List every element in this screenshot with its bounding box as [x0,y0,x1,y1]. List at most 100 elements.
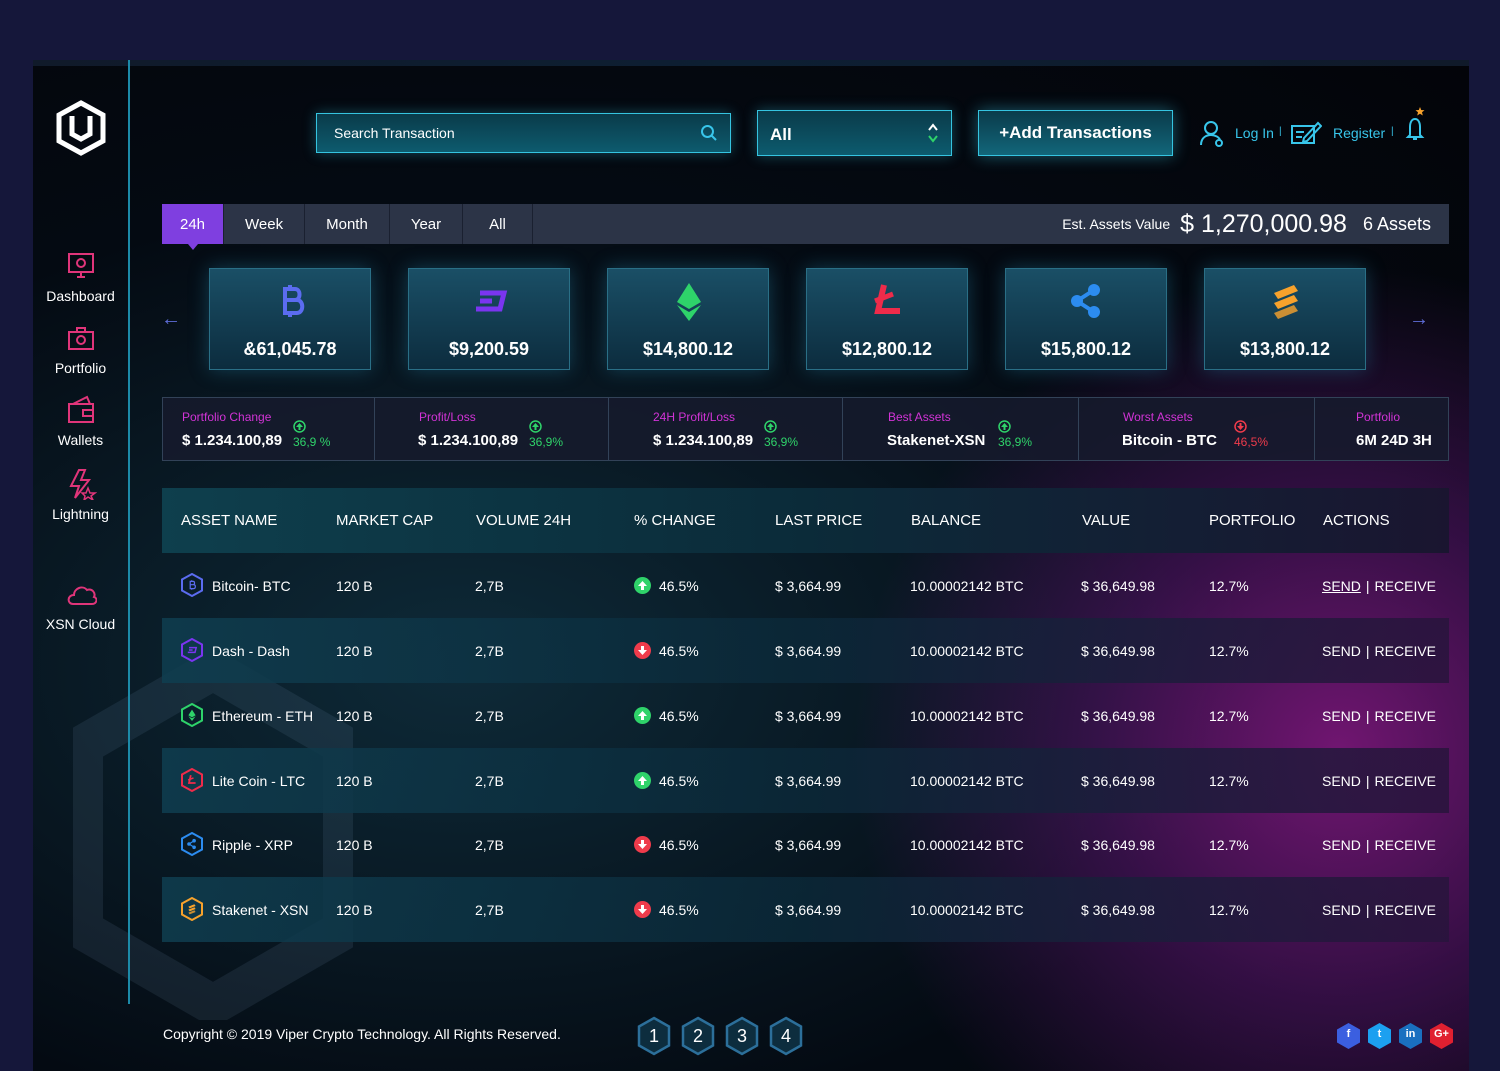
coin-card-value: $15,800.12 [1040,339,1132,359]
volume-24h: 2,7B [475,772,504,789]
send-link[interactable]: SEND [1322,578,1361,594]
coin-card-litecoin[interactable]: $12,800.12 [806,268,968,370]
stat-worst-assets: Worst Assets Bitcoin - BTC 46,5% [1079,398,1315,460]
portfolio-share: 12.7% [1209,901,1249,918]
table-row[interactable]: Ethereum - ETH 120 B 2,7B 46.5% $ 3,664.… [162,683,1449,748]
column-header-market-cap[interactable]: MARKET CAP [336,512,433,529]
search-input[interactable] [317,114,687,152]
receive-link[interactable]: RECEIVE [1375,708,1436,724]
edit-document-icon [1291,121,1322,144]
facebook-icon[interactable]: f [1336,1022,1361,1050]
page-3-button[interactable]: 3 [724,1016,760,1056]
table-row[interactable]: Stakenet - XSN 120 B 2,7B 46.5% $ 3,664.… [162,877,1449,942]
coin-card-bitcoin[interactable]: &61,045.78 [209,268,371,370]
login-link[interactable]: Log In [1199,118,1274,148]
stat-title: Worst Assets [1123,410,1193,424]
sidebar-item-wallets[interactable]: Wallets [33,394,128,450]
register-label: Register [1333,125,1386,141]
column-header--change[interactable]: % CHANGE [634,512,716,529]
volume-24h: 2,7B [475,901,504,918]
tab-week[interactable]: Week [224,204,306,244]
send-link[interactable]: SEND [1322,837,1361,853]
volume-24h: 2,7B [475,707,504,724]
market-cap: 120 B [336,707,373,724]
coin-card-ethereum[interactable]: $14,800.12 [607,268,769,370]
percent-change-value: 46.5% [659,901,699,918]
social-links: f t in G+ [1336,1022,1454,1050]
send-link[interactable]: SEND [1322,773,1361,789]
carousel-next-arrow-icon[interactable]: → [1409,308,1429,331]
table-row[interactable]: Dash - Dash 120 B 2,7B 46.5% $ 3,664.99 … [162,618,1449,683]
linkedin-icon[interactable]: in [1398,1022,1423,1050]
page-1-button[interactable]: 1 [636,1016,672,1056]
send-link[interactable]: SEND [1322,902,1361,918]
sidebar-item-label: Portfolio [54,360,107,376]
tab-all[interactable]: All [463,204,533,244]
filter-select[interactable]: All [757,110,952,156]
last-price: $ 3,664.99 [775,707,842,724]
tab-24h[interactable]: 24h [162,204,225,250]
column-header-portfolio[interactable]: PORTFOLIO [1209,512,1295,529]
send-link[interactable]: SEND [1322,708,1361,724]
column-header-balance[interactable]: BALANCE [911,512,981,529]
search-box [316,113,731,153]
twitter-icon[interactable]: t [1367,1022,1392,1050]
column-header-last-price[interactable]: LAST PRICE [775,512,862,529]
ripple-icon [1071,284,1100,318]
action-separator: | [1365,901,1370,918]
sidebar-item-portfolio[interactable]: Portfolio [33,322,128,378]
asset-name: Bitcoin- BTC [212,577,291,594]
coin-card-ripple[interactable]: $15,800.12 [1005,268,1167,370]
viper-logo-icon[interactable] [55,100,107,156]
page-number: 2 [692,1026,703,1046]
table-row[interactable]: Ripple - XRP 120 B 2,7B 46.5% $ 3,664.99… [162,812,1449,877]
receive-link[interactable]: RECEIVE [1375,773,1436,789]
value: $ 36,649.98 [1081,772,1155,789]
coin-card-dash[interactable]: $9,200.59 [408,268,570,370]
bitcoin-icon [181,573,203,597]
table-row[interactable]: Bitcoin- BTC 120 B 2,7B 46.5% $ 3,664.99… [162,553,1449,618]
portfolio-share: 12.7% [1209,642,1249,659]
sidebar-item-xsn-cloud[interactable]: XSN Cloud [33,578,128,634]
column-header-asset-name[interactable]: ASSET NAME [181,512,277,529]
coin-card-value: $12,800.12 [841,339,933,359]
stat-value: $ 1.234.100,89 [653,432,754,449]
asset-table-header: ASSET NAME MARKET CAP VOLUME 24H % CHANGE LA… [162,488,1449,553]
register-link[interactable]: Register [1290,118,1385,148]
send-link[interactable]: SEND [1322,643,1361,659]
table-row[interactable]: Lite Coin - LTC 120 B 2,7B 46.5% $ 3,664… [162,748,1449,813]
search-icon[interactable] [700,124,718,142]
page-4-button[interactable]: 4 [768,1016,804,1056]
market-cap: 120 B [336,577,373,594]
action-separator: | [1365,577,1370,594]
row-actions: SEND | RECEIVE [1322,812,1436,877]
stat-value: Bitcoin - BTC [1122,432,1217,449]
dash-icon [181,638,203,662]
add-transactions-button[interactable]: +Add Transactions [978,110,1173,156]
receive-link[interactable]: RECEIVE [1375,837,1436,853]
column-header-value[interactable]: VALUE [1082,512,1130,529]
receive-link[interactable]: RECEIVE [1375,902,1436,918]
asset-name: Lite Coin - LTC [212,772,306,789]
sidebar-item-dashboard[interactable]: Dashboard [33,250,128,306]
carousel-prev-arrow-icon[interactable]: ← [161,308,181,331]
row-actions: SEND | RECEIVE [1322,683,1436,748]
percent-change: 46.5% [634,877,699,942]
balance: 10.00002142 BTC [910,772,1024,789]
coin-card-stakenet[interactable]: $13,800.12 [1204,268,1366,370]
receive-link[interactable]: RECEIVE [1375,643,1436,659]
arrow-up-circle-icon [998,420,1011,433]
google-plus-icon[interactable]: G+ [1429,1022,1454,1050]
row-actions: SEND | RECEIVE [1322,748,1436,813]
column-header-volume-24h[interactable]: VOLUME 24H [476,512,571,529]
column-header-actions[interactable]: ACTIONS [1323,512,1390,529]
notification-bell-icon[interactable] [1401,105,1429,145]
page-2-button[interactable]: 2 [680,1016,716,1056]
balance: 10.00002142 BTC [910,577,1024,594]
tab-year[interactable]: Year [390,204,464,244]
tab-month[interactable]: Month [305,204,390,244]
market-cap: 120 B [336,901,373,918]
sidebar-item-lightning[interactable]: Lightning [33,468,128,524]
receive-link[interactable]: RECEIVE [1375,578,1436,594]
arrow-up-circle-icon [634,707,651,724]
